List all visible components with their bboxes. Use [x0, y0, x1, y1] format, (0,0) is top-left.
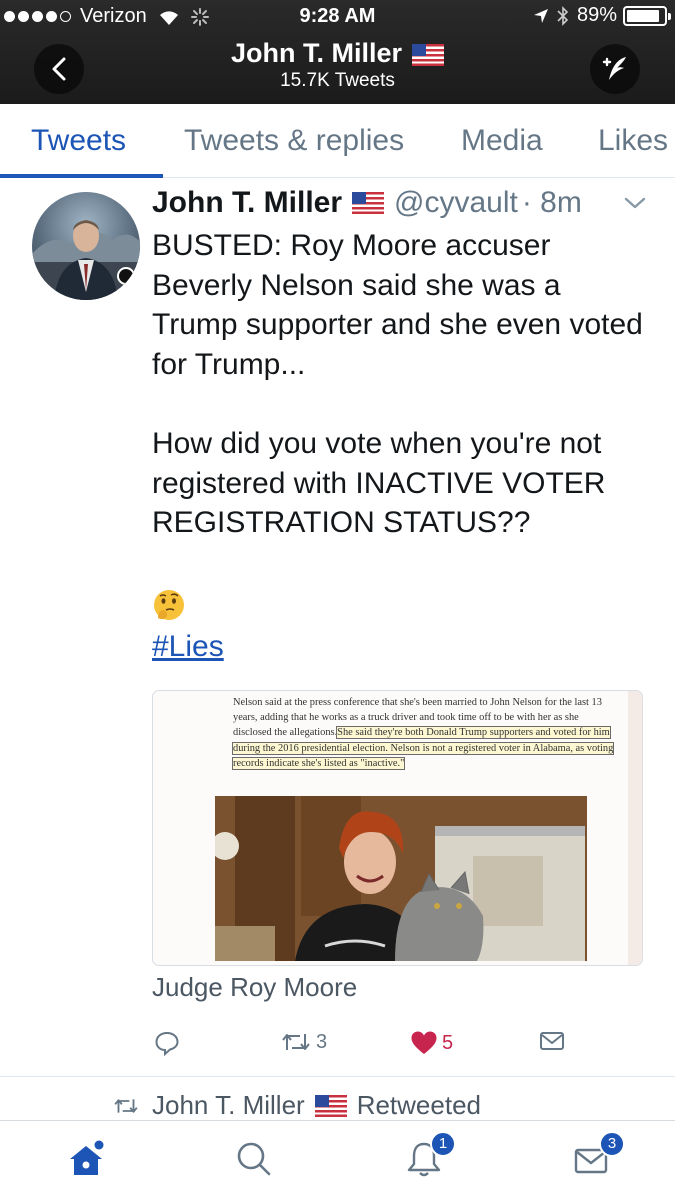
- direct-message-share-button[interactable]: [539, 1030, 565, 1052]
- tweet-actions: 3 5: [152, 1030, 582, 1064]
- nav-messages[interactable]: 3: [573, 1131, 625, 1183]
- article-photo: [215, 796, 587, 961]
- nav-search[interactable]: [234, 1139, 274, 1183]
- bottom-tab-bar: 1 3: [0, 1120, 675, 1200]
- like-count: 5: [442, 1031, 454, 1054]
- tweet-author-name[interactable]: John T. Miller: [152, 186, 342, 220]
- avatar-portrait-image: [32, 220, 140, 300]
- battery-percent: 89%: [576, 4, 617, 26]
- tweet-author-handle[interactable]: @cyvault: [394, 186, 518, 220]
- retweeter-name[interactable]: John T. Miller: [152, 1090, 305, 1121]
- battery-icon: [623, 5, 671, 26]
- tweet-media-image[interactable]: Nelson said at the press conference that…: [152, 690, 643, 966]
- tab-tweets[interactable]: Tweets: [31, 104, 126, 178]
- retweeted-label: Retweeted: [356, 1090, 481, 1120]
- us-flag-icon: [314, 1094, 347, 1117]
- tab-tweets-and-replies[interactable]: Tweets & replies: [184, 104, 404, 178]
- tweet-header: John T. Miller @cyvault · 8m: [152, 186, 582, 220]
- messages-badge: 3: [599, 1131, 625, 1157]
- tab-media[interactable]: Media: [461, 104, 543, 178]
- compose-tweet-button[interactable]: [590, 44, 640, 94]
- profile-title: John T. Miller 15.7K Tweets: [0, 38, 675, 92]
- search-icon: [237, 1142, 271, 1176]
- location-arrow-icon: [533, 8, 548, 23]
- tweet-timestamp: · 8m: [521, 186, 582, 219]
- profile-name: John T. Miller: [0, 38, 675, 69]
- active-tab-indicator: [0, 174, 163, 178]
- us-flag-icon: [412, 43, 445, 66]
- nav-notifications[interactable]: 1: [404, 1131, 456, 1183]
- profile-tabs: Tweets Tweets & replies Media Likes: [0, 104, 675, 178]
- home-icon: [70, 1140, 104, 1175]
- tweet-options-button[interactable]: [624, 196, 646, 215]
- compose-quill-icon: [602, 57, 626, 80]
- chevron-down-icon: [624, 197, 646, 209]
- tweet-count: 15.7K Tweets: [280, 70, 395, 91]
- media-caption: Judge Roy Moore: [152, 972, 358, 1002]
- retweet-icon: [114, 1098, 138, 1113]
- status-bar: Verizon 9:28 AM 89%: [0, 0, 675, 34]
- tweet-divider: [0, 1076, 675, 1077]
- retweet-count: 3: [316, 1030, 328, 1053]
- hashtag-link[interactable]: #Lies: [152, 630, 224, 664]
- envelope-icon: [540, 1032, 564, 1050]
- bluetooth-icon: [557, 5, 569, 26]
- author-avatar[interactable]: [32, 192, 140, 300]
- retweet-button[interactable]: 3: [280, 1030, 327, 1054]
- tweet-text: BUSTED: Roy Moore accuser Beverly Nelson…: [152, 229, 643, 540]
- article-screenshot-text: Nelson said at the press conference that…: [231, 697, 615, 770]
- thinking-face-icon: [154, 590, 184, 620]
- profile-header: Verizon 9:28 AM 89% John T. Miller 15.7K…: [0, 0, 675, 104]
- heart-icon: [411, 1031, 437, 1054]
- us-flag-icon: [352, 192, 385, 214]
- retweet-icon: [282, 1034, 310, 1050]
- notifications-badge: 1: [430, 1131, 456, 1157]
- tab-likes[interactable]: Likes: [598, 104, 668, 178]
- nav-home[interactable]: [66, 1139, 106, 1183]
- reply-icon: [155, 1031, 179, 1056]
- retweeted-by-label: John T. Miller Retweeted: [112, 1090, 481, 1121]
- reply-button[interactable]: [154, 1030, 180, 1056]
- like-button[interactable]: 5: [410, 1030, 453, 1056]
